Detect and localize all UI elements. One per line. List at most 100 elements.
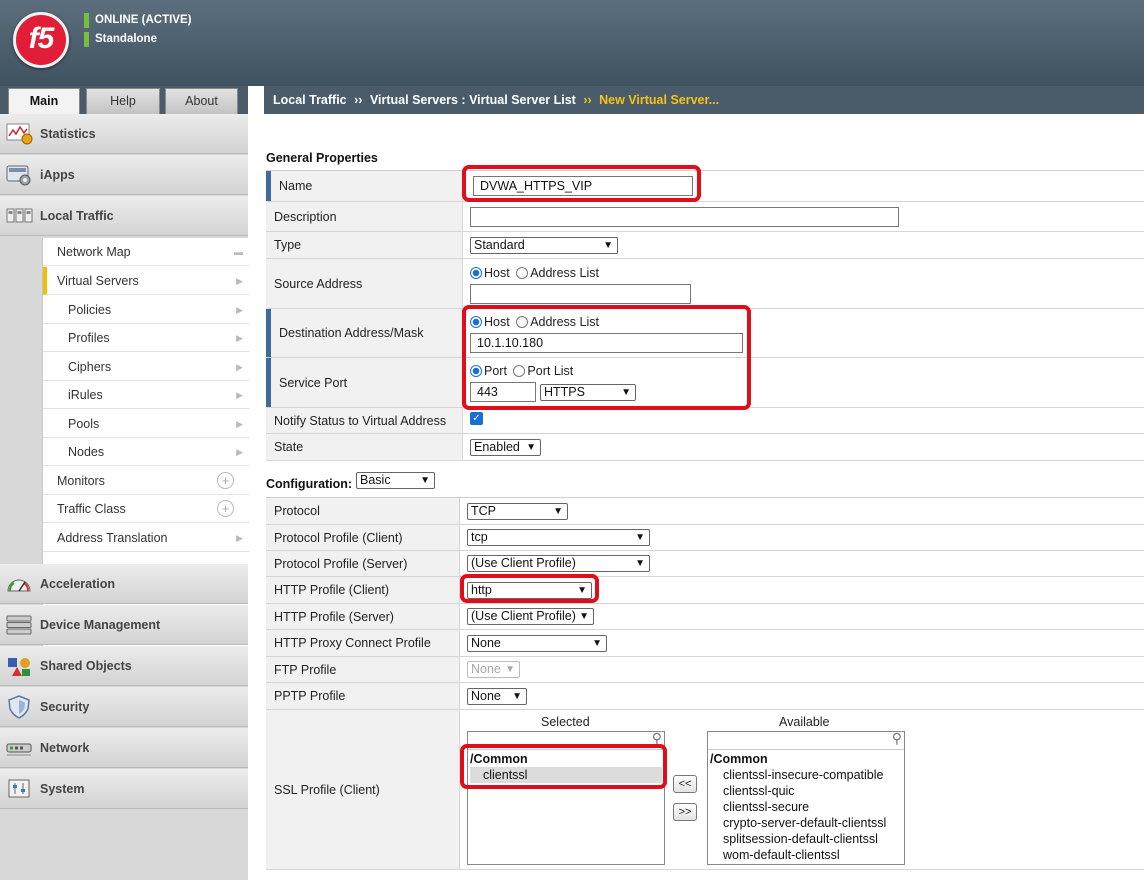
list-item[interactable]: clientssl-secure [710,799,902,815]
source-address-input[interactable] [470,284,691,304]
chevron-right-icon: ▶ [236,447,243,457]
sidebar-section-iapps[interactable]: iApps [0,155,248,195]
destination-address-input[interactable]: 10.1.10.180 [470,333,743,353]
port-type-radios: Port Port List [470,364,573,378]
tab-main[interactable]: Main [8,88,80,114]
available-list-search[interactable]: ⚲ [708,730,904,750]
sidebar-section-security[interactable]: Security [0,687,248,727]
list-item[interactable]: wom-default-clientssl [710,847,902,863]
chevron-down-icon: ▼ [505,664,515,675]
sidebar-item-traffic-class[interactable]: Traffic Class + [43,495,249,523]
port-radio[interactable] [470,365,482,377]
map-icon: ▬ [234,247,243,257]
selected-ssl-profiles-list[interactable]: ⚲ /Common clientssl [467,730,665,865]
sidebar-section-label: Device Management [40,618,161,632]
protocol-select[interactable]: TCP ▼ [467,503,568,520]
add-profile-button[interactable]: << [673,775,697,793]
sidebar-section-system[interactable]: System [0,769,248,809]
sidebar-section-label: Statistics [40,127,96,141]
source-address-list-radio[interactable] [516,267,529,279]
general-properties-title: General Properties [266,151,378,165]
row-source-address: Source Address Host Address List [266,259,1144,309]
protocol-profile-client-select[interactable]: tcp ▼ [467,529,650,546]
local-traffic-icon [6,208,33,223]
sidebar-item-irules[interactable]: iRules ▶ [43,381,249,409]
list-item[interactable]: clientssl-quic [710,783,902,799]
http-profile-client-select[interactable]: http ▼ [467,582,592,599]
chevron-down-icon: ▼ [621,387,631,398]
sidebar-item-ciphers[interactable]: Ciphers ▶ [43,353,249,381]
type-label: Type [274,238,302,252]
tab-about[interactable]: About [165,88,238,114]
source-host-radio[interactable] [470,267,482,279]
sidebar-item-nodes[interactable]: Nodes ▶ [43,438,249,466]
http-profile-server-select[interactable]: (Use Client Profile) ▼ [467,608,594,625]
list-item[interactable]: crypto-server-default-clientssl [710,815,902,831]
main-content: General Properties Name DVWA_HTTPS_VIP D… [264,114,1144,880]
row-protocol-profile-server: Protocol Profile (Server) (Use Client Pr… [266,551,1144,577]
chevron-down-icon: ▼ [553,506,563,517]
sidebar-section-label: Shared Objects [40,659,132,673]
sidebar-item-virtual-servers[interactable]: Virtual Servers ▶ [43,267,249,295]
sidebar-item-network-map[interactable]: Network Map ▬ [43,238,249,266]
sidebar-section-label: Local Traffic [40,209,114,223]
sidebar-item-profiles[interactable]: Profiles ▶ [43,324,249,352]
sidebar-section-label: Security [40,700,90,714]
http-proxy-connect-value: None [471,636,501,650]
configuration-mode-value: Basic [360,473,391,487]
type-select[interactable]: Standard ▼ [470,237,618,254]
sidebar-section-local-traffic[interactable]: Local Traffic [0,196,248,236]
name-label: Name [279,179,313,193]
configuration-mode-select[interactable]: Basic ▼ [356,472,435,489]
destination-host-radio[interactable] [470,316,482,328]
protocol-profile-server-select[interactable]: (Use Client Profile) ▼ [467,555,650,572]
tab-help[interactable]: Help [86,88,160,114]
state-label: State [274,440,304,454]
selected-list-search[interactable]: ⚲ [468,730,664,750]
sidebar-section-label: System [40,782,85,796]
sidebar-item-policies[interactable]: Policies ▶ [43,296,249,324]
sidebar-section-acceleration[interactable]: Acceleration [0,564,248,604]
list-item[interactable]: clientssl-insecure-compatible [710,767,902,783]
sidebar-section-device-management[interactable]: Device Management [0,605,248,645]
port-list-radio[interactable] [513,365,526,377]
row-http-profile-server: HTTP Profile (Server) (Use Client Profil… [266,604,1144,630]
sidebar-section-statistics[interactable]: Statistics [0,114,248,154]
service-port-input[interactable]: 443 [470,382,536,402]
f5-logo[interactable]: f5 [13,12,69,68]
list-item[interactable]: splitsession-default-clientssl [710,831,902,847]
breadcrumb-local-traffic[interactable]: Local Traffic [273,93,347,107]
service-port-select[interactable]: HTTPS ▼ [540,384,636,401]
sidebar-item-label: Monitors [57,474,105,488]
configuration-table: Protocol TCP ▼ Protocol Profile (Client)… [266,497,1144,870]
chevron-down-icon: ▼ [526,442,536,453]
pptp-profile-select[interactable]: None ▼ [467,688,527,705]
radio-label: Address List [530,315,599,329]
remove-profile-button[interactable]: >> [673,803,697,821]
sidebar-item-pools[interactable]: Pools ▶ [43,410,249,438]
row-type: Type Standard ▼ [266,232,1144,259]
sidebar-item-monitors[interactable]: Monitors + [43,467,249,495]
destination-address-list-radio[interactable] [516,316,529,328]
available-folder-header: /Common [710,752,768,766]
state-select[interactable]: Enabled ▼ [470,439,541,456]
name-input[interactable]: DVWA_HTTPS_VIP [473,176,693,196]
sidebar-section-label: iApps [40,168,75,182]
sidebar-section-network[interactable]: Network [0,728,248,768]
protocol-profile-server-value: (Use Client Profile) [471,556,576,570]
ftp-profile-select: None ▼ [467,661,520,678]
sidebar-section-shared-objects[interactable]: Shared Objects [0,646,248,686]
list-item[interactable]: clientssl [470,767,662,783]
add-traffic-class-icon[interactable]: + [217,500,234,517]
http-proxy-connect-select[interactable]: None ▼ [467,635,607,652]
notify-status-checkbox[interactable]: ✓ [470,412,483,425]
breadcrumb-current: New Virtual Server... [599,93,720,107]
available-ssl-profiles-list[interactable]: ⚲ /Common clientssl-insecure-compatible … [707,730,905,865]
protocol-profile-client-label: Protocol Profile (Client) [274,530,403,545]
description-input[interactable] [470,207,899,227]
breadcrumb-virtual-server-list[interactable]: Virtual Servers : Virtual Server List [370,93,576,107]
chevron-down-icon: ▼ [420,475,430,486]
add-monitor-icon[interactable]: + [217,472,234,489]
sidebar-item-address-translation[interactable]: Address Translation ▶ [43,524,249,552]
chevron-right-icon: ▶ [236,362,243,372]
